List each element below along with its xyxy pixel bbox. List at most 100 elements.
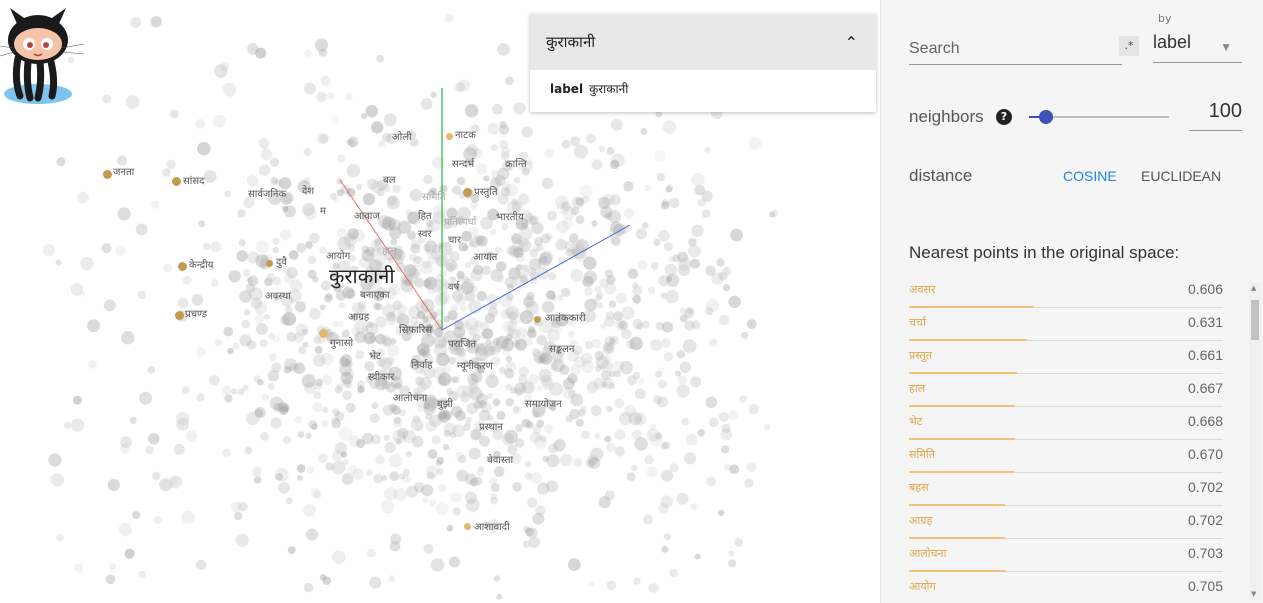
embedding-point[interactable] bbox=[191, 294, 204, 306]
embedding-point[interactable] bbox=[538, 368, 552, 383]
embedding-point[interactable] bbox=[424, 413, 432, 421]
point-label[interactable]: स्वीकार bbox=[368, 373, 394, 383]
embedding-point[interactable] bbox=[409, 253, 417, 262]
embedding-point[interactable] bbox=[415, 279, 423, 287]
embedding-point[interactable] bbox=[208, 375, 220, 386]
embedding-point[interactable] bbox=[303, 49, 312, 57]
embedding-point[interactable] bbox=[424, 240, 438, 253]
embedding-point[interactable] bbox=[602, 378, 614, 390]
embedding-point[interactable] bbox=[394, 311, 405, 322]
embedding-point[interactable] bbox=[148, 433, 160, 445]
embedding-point[interactable] bbox=[256, 240, 269, 254]
embedding-point[interactable] bbox=[456, 176, 466, 186]
embedding-point[interactable] bbox=[691, 172, 705, 187]
embedding-point[interactable] bbox=[223, 326, 234, 337]
embedding-point[interactable] bbox=[537, 482, 550, 495]
embedding-point[interactable] bbox=[468, 447, 481, 460]
point-marker[interactable] bbox=[319, 329, 328, 338]
embedding-point[interactable] bbox=[330, 115, 340, 125]
embedding-point[interactable] bbox=[720, 428, 733, 441]
embedding-point[interactable] bbox=[389, 453, 403, 468]
embedding-point[interactable] bbox=[594, 433, 601, 440]
embedding-point[interactable] bbox=[242, 269, 251, 277]
embedding-point[interactable] bbox=[50, 473, 64, 487]
embedding-point[interactable] bbox=[669, 463, 679, 473]
embedding-point[interactable] bbox=[270, 417, 282, 429]
embedding-point[interactable] bbox=[232, 342, 240, 350]
embedding-point[interactable] bbox=[470, 201, 478, 209]
embedding-point[interactable] bbox=[512, 239, 525, 252]
embedding-point[interactable] bbox=[420, 98, 433, 110]
embedding-point[interactable] bbox=[373, 473, 383, 484]
embedding-point[interactable] bbox=[492, 103, 503, 115]
neighbor-name[interactable]: हाल bbox=[909, 381, 925, 396]
embedding-point[interactable] bbox=[381, 132, 392, 142]
embedding-point[interactable] bbox=[565, 248, 575, 257]
embedding-point[interactable] bbox=[596, 291, 604, 300]
embedding-point[interactable] bbox=[147, 365, 156, 374]
embedding-point[interactable] bbox=[77, 191, 89, 204]
embedding-point[interactable] bbox=[338, 426, 353, 441]
embedding-point[interactable] bbox=[402, 468, 410, 476]
embedding-point[interactable] bbox=[635, 228, 648, 240]
embedding-point[interactable] bbox=[541, 300, 555, 314]
embedding-point[interactable] bbox=[616, 292, 627, 304]
embedding-point[interactable] bbox=[388, 575, 396, 582]
embedding-point[interactable] bbox=[514, 382, 526, 395]
embedding-point[interactable] bbox=[283, 366, 292, 374]
embedding-point[interactable] bbox=[354, 331, 367, 344]
neighbor-name[interactable]: आलोचना bbox=[909, 546, 947, 561]
embedding-point[interactable] bbox=[448, 261, 458, 271]
embedding-point[interactable] bbox=[272, 237, 280, 245]
embedding-point[interactable] bbox=[307, 466, 315, 474]
embedding-point[interactable] bbox=[42, 243, 56, 257]
embedding-point[interactable] bbox=[506, 283, 514, 291]
embedding-point[interactable] bbox=[581, 430, 590, 440]
embedding-point[interactable] bbox=[575, 418, 584, 427]
embedding-point[interactable] bbox=[318, 48, 328, 57]
embedding-point[interactable] bbox=[642, 222, 649, 229]
embedding-point[interactable] bbox=[362, 193, 376, 206]
point-label[interactable]: पराजित bbox=[448, 340, 476, 350]
embedding-point[interactable] bbox=[559, 454, 573, 467]
embedding-point[interactable] bbox=[584, 298, 597, 312]
embedding-point[interactable] bbox=[744, 478, 754, 488]
embedding-point[interactable] bbox=[489, 477, 498, 485]
embedding-point[interactable] bbox=[371, 121, 384, 134]
embedding-point[interactable] bbox=[708, 417, 719, 428]
embedding-point[interactable] bbox=[493, 466, 505, 477]
embedding-point[interactable] bbox=[376, 54, 385, 63]
embedding-point[interactable] bbox=[210, 279, 219, 287]
embedding-point[interactable] bbox=[579, 184, 593, 198]
embedding-point[interactable] bbox=[621, 329, 632, 340]
embedding-point[interactable] bbox=[606, 147, 615, 155]
embedding-point[interactable] bbox=[305, 528, 319, 541]
embedding-point[interactable] bbox=[337, 320, 345, 328]
list-item[interactable]: आग्रह 0.702 bbox=[909, 506, 1223, 539]
embedding-point[interactable] bbox=[320, 75, 331, 86]
embedding-point[interactable] bbox=[258, 137, 270, 149]
embedding-point[interactable] bbox=[120, 443, 131, 454]
embedding-point[interactable] bbox=[177, 297, 189, 309]
embedding-point[interactable] bbox=[513, 102, 526, 115]
embedding-point[interactable] bbox=[342, 390, 352, 401]
embedding-point[interactable] bbox=[356, 183, 363, 191]
embedding-point[interactable] bbox=[253, 476, 262, 484]
embedding-point[interactable] bbox=[457, 79, 470, 92]
embedding-point[interactable] bbox=[682, 339, 697, 353]
embedding-point[interactable] bbox=[423, 543, 434, 554]
embedding-point[interactable] bbox=[688, 244, 701, 258]
embedding-point[interactable] bbox=[412, 415, 421, 424]
embedding-point[interactable] bbox=[456, 469, 469, 482]
embedding-point[interactable] bbox=[748, 137, 762, 150]
point-label[interactable]: सार्वजनिक bbox=[248, 190, 286, 200]
embedding-point[interactable] bbox=[449, 251, 460, 262]
embedding-point[interactable] bbox=[312, 354, 326, 367]
embedding-point[interactable] bbox=[345, 402, 356, 413]
embedding-point[interactable] bbox=[677, 375, 687, 385]
embedding-point[interactable] bbox=[633, 577, 641, 585]
point-label[interactable]: सन्दर्भ bbox=[452, 160, 474, 170]
embedding-point[interactable] bbox=[637, 378, 645, 385]
point-marker[interactable] bbox=[534, 316, 541, 323]
embedding-point[interactable] bbox=[366, 548, 376, 558]
